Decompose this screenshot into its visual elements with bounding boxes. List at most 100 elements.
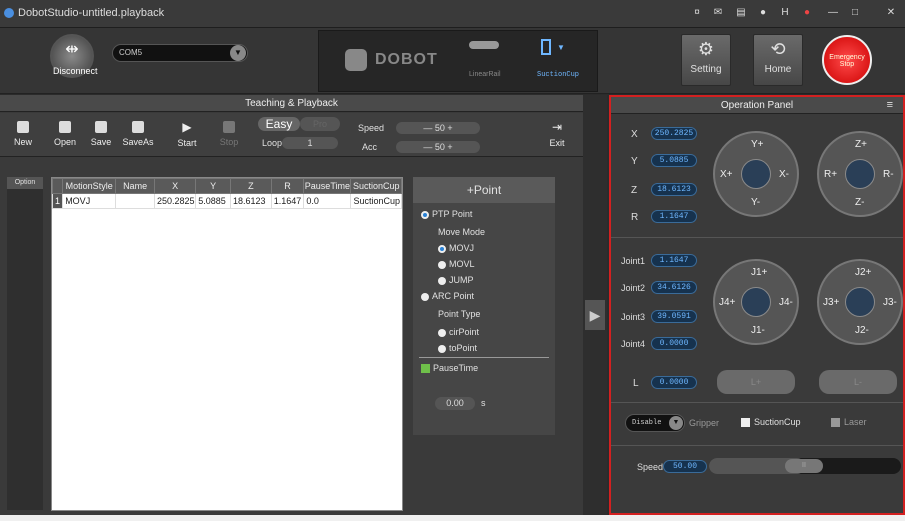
table-cell[interactable]: 0.0 xyxy=(303,193,352,209)
column-header[interactable]: X xyxy=(153,178,197,194)
j1-minus-button[interactable]: J1- xyxy=(751,325,765,336)
topoint-radio[interactable]: toPoint xyxy=(438,343,477,353)
column-header[interactable]: Y xyxy=(195,178,231,194)
table-cell[interactable]: MOVJ xyxy=(62,193,117,209)
j1-plus-button[interactable]: J1+ xyxy=(751,267,767,278)
column-header[interactable]: Name xyxy=(115,178,155,194)
loop-input[interactable]: 1 xyxy=(282,137,338,149)
stop-button[interactable]: Stop xyxy=(208,117,250,153)
app-logo-icon xyxy=(4,8,14,18)
table-cell[interactable] xyxy=(115,193,155,209)
title-bar: DobotStudio-untitled.playback ¤ ✉ ▤ ● H … xyxy=(0,0,905,28)
document-icon[interactable]: ▤ xyxy=(734,6,748,20)
suction-cup-icon[interactable] xyxy=(541,39,551,55)
move-mode-label: Move Mode xyxy=(438,227,486,237)
movl-radio[interactable]: MOVL xyxy=(438,259,475,269)
z-minus-button[interactable]: Z- xyxy=(855,197,864,208)
z-plus-button[interactable]: Z+ xyxy=(855,139,867,150)
arc-point-radio[interactable]: ARC Point xyxy=(421,291,474,301)
collapse-arrow-icon[interactable]: ▶ xyxy=(585,300,605,330)
column-header[interactable]: R xyxy=(270,178,305,194)
zr-jog-wheel[interactable]: Z+ Z- R+ R- xyxy=(817,131,903,217)
table-cell[interactable]: 1 xyxy=(51,193,64,209)
column-header[interactable] xyxy=(51,178,64,194)
option-column: Option xyxy=(7,177,43,510)
minimize-icon[interactable]: — xyxy=(826,6,840,20)
ptp-point-radio[interactable]: PTP Point xyxy=(421,209,472,219)
maximize-icon[interactable]: □ xyxy=(848,6,862,20)
checkbox-icon xyxy=(741,418,750,428)
column-header[interactable]: MotionStyle xyxy=(62,178,117,194)
l-minus-button[interactable]: L- xyxy=(819,370,897,394)
column-header[interactable]: SuctionCup xyxy=(350,178,402,194)
start-button[interactable]: ▶ Start xyxy=(166,117,208,153)
jump-radio[interactable]: JUMP xyxy=(438,275,474,285)
j1-j4-jog-wheel[interactable]: J1+ J1- J4+ J4- xyxy=(713,259,799,345)
r-minus-button[interactable]: R- xyxy=(883,169,894,180)
table-cell[interactable]: 1.1647 xyxy=(270,193,305,209)
divider xyxy=(419,357,549,358)
easy-mode-toggle[interactable]: Easy xyxy=(258,117,300,131)
add-point-button[interactable]: +Point xyxy=(413,177,555,203)
cirpoint-radio[interactable]: cirPoint xyxy=(438,327,479,337)
checkbox-checked-icon xyxy=(421,364,430,374)
jump-label: JUMP xyxy=(449,275,474,285)
gripper-toggle[interactable]: Disable ▼ xyxy=(625,414,685,432)
language-icon[interactable]: ¤ xyxy=(690,6,704,20)
suctioncup-checkbox[interactable]: SuctionCup xyxy=(741,417,801,428)
table-body: 1 MOVJ 250.2825 5.0885 18.6123 1.1647 0.0 Sucti… xyxy=(51,193,402,209)
pro-mode-toggle[interactable]: Pro xyxy=(300,117,340,131)
j2-minus-button[interactable]: J2- xyxy=(855,325,869,336)
pausetime-checkbox[interactable]: PauseTime xyxy=(421,363,478,374)
option-button[interactable]: Option xyxy=(7,177,43,189)
divider xyxy=(611,445,903,446)
x-minus-button[interactable]: X- xyxy=(779,169,789,180)
joint1-label: Joint1 xyxy=(621,256,646,266)
j3-plus-button[interactable]: J3+ xyxy=(823,297,839,308)
table-row[interactable]: 1 MOVJ 250.2825 5.0885 18.6123 1.1647 0.0 Sucti… xyxy=(51,193,402,209)
j4-plus-button[interactable]: J4+ xyxy=(719,297,735,308)
joint4-value: 0.0000 xyxy=(651,337,697,350)
help-icon[interactable]: H xyxy=(778,6,792,20)
skin-icon[interactable]: ● xyxy=(800,6,814,20)
acc-stepper[interactable]: — 50 + xyxy=(396,141,480,153)
exit-button[interactable]: ⇥ Exit xyxy=(536,117,578,153)
movj-radio[interactable]: MOVJ xyxy=(438,243,474,253)
x-label: X xyxy=(631,129,638,140)
emergency-stop-button[interactable]: Emergency Stop xyxy=(822,35,872,85)
x-plus-button[interactable]: X+ xyxy=(720,169,733,180)
mail-icon[interactable]: ✉ xyxy=(711,6,725,20)
table-cell[interactable]: 5.0885 xyxy=(195,193,231,209)
save-button[interactable]: Save xyxy=(80,117,122,153)
table-cell[interactable]: 18.6123 xyxy=(229,193,272,209)
saveas-button[interactable]: SaveAs xyxy=(117,117,159,153)
menu-icon[interactable]: ≡ xyxy=(887,99,893,111)
new-button[interactable]: New xyxy=(2,117,44,153)
j2-plus-button[interactable]: J2+ xyxy=(855,267,871,278)
pause-time-input[interactable]: 0.00 xyxy=(435,397,475,410)
linear-rail-icon[interactable] xyxy=(469,41,499,49)
column-header[interactable]: PauseTime xyxy=(303,178,352,194)
speed-slider-handle[interactable]: II xyxy=(785,459,823,473)
speed-slider[interactable]: II xyxy=(709,458,901,474)
table-cell[interactable]: SuctionCup xyxy=(350,193,402,209)
j4-minus-button[interactable]: J4- xyxy=(779,297,793,308)
speed-stepper[interactable]: — 50 + xyxy=(396,122,480,134)
j3-minus-button[interactable]: J3- xyxy=(883,297,897,308)
y-plus-button[interactable]: Y+ xyxy=(751,139,764,150)
close-icon[interactable]: ✕ xyxy=(884,6,898,20)
column-header[interactable]: Z xyxy=(229,178,272,194)
speed-value: 50.00 xyxy=(663,460,707,473)
laser-checkbox[interactable]: Laser xyxy=(831,417,867,428)
home-button[interactable]: ⟲ Home xyxy=(753,34,803,86)
l-plus-button[interactable]: L+ xyxy=(717,370,795,394)
r-plus-button[interactable]: R+ xyxy=(824,169,837,180)
xy-jog-wheel[interactable]: Y+ Y- X+ X- xyxy=(713,131,799,217)
y-minus-button[interactable]: Y- xyxy=(751,197,760,208)
port-select[interactable]: COM5 ▼ xyxy=(112,44,248,62)
table-cell[interactable]: 250.2825 xyxy=(153,193,197,209)
chevron-down-icon[interactable]: ▼ xyxy=(557,43,565,52)
j2-j3-jog-wheel[interactable]: J2+ J2- J3+ J3- xyxy=(817,259,903,345)
setting-button[interactable]: ⚙ Setting xyxy=(681,34,731,86)
info-icon[interactable]: ● xyxy=(756,6,770,20)
